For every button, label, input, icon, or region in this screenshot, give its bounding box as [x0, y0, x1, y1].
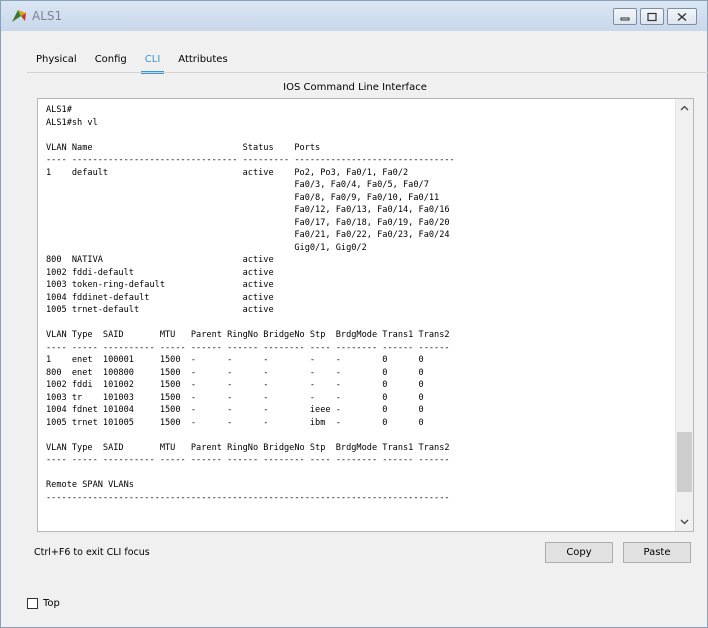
close-button[interactable] — [667, 8, 697, 25]
tab-divider — [27, 72, 708, 73]
chevron-down-icon[interactable] — [680, 519, 689, 525]
title-bar[interactable]: ALS1 — [1, 1, 707, 31]
window-title: ALS1 — [32, 9, 63, 23]
tab-physical[interactable]: Physical — [27, 48, 86, 72]
maximize-button[interactable] — [640, 8, 664, 25]
cli-terminal[interactable]: ALS1# ALS1#sh vl VLAN Name Status Ports … — [37, 98, 694, 532]
packet-tracer-switch-icon — [12, 10, 26, 22]
tab-bar: Physical Config CLI Attributes — [27, 48, 237, 74]
top-checkbox[interactable] — [27, 598, 38, 609]
close-icon — [677, 12, 687, 21]
cli-output[interactable]: ALS1# ALS1#sh vl VLAN Name Status Ports … — [46, 104, 455, 504]
application-window: ALS1 Physical Config CLI Attributes IOS … — [0, 0, 708, 628]
scrollbar-thumb[interactable] — [677, 432, 692, 492]
terminal-scrollbar[interactable] — [675, 99, 693, 531]
top-checkbox-label: Top — [43, 598, 60, 609]
tab-config[interactable]: Config — [86, 48, 136, 72]
tab-cli[interactable]: CLI — [136, 48, 170, 74]
cli-panel-title: IOS Command Line Interface — [283, 82, 427, 93]
minimize-icon — [620, 17, 630, 20]
paste-button[interactable]: Paste — [623, 542, 691, 563]
top-option[interactable]: Top — [27, 598, 60, 609]
copy-button[interactable]: Copy — [545, 542, 613, 563]
maximize-icon — [647, 12, 657, 21]
cli-focus-hint: Ctrl+F6 to exit CLI focus — [34, 547, 150, 558]
minimize-button[interactable] — [613, 8, 637, 25]
chevron-up-icon[interactable] — [680, 105, 689, 111]
tab-attributes[interactable]: Attributes — [169, 48, 236, 72]
